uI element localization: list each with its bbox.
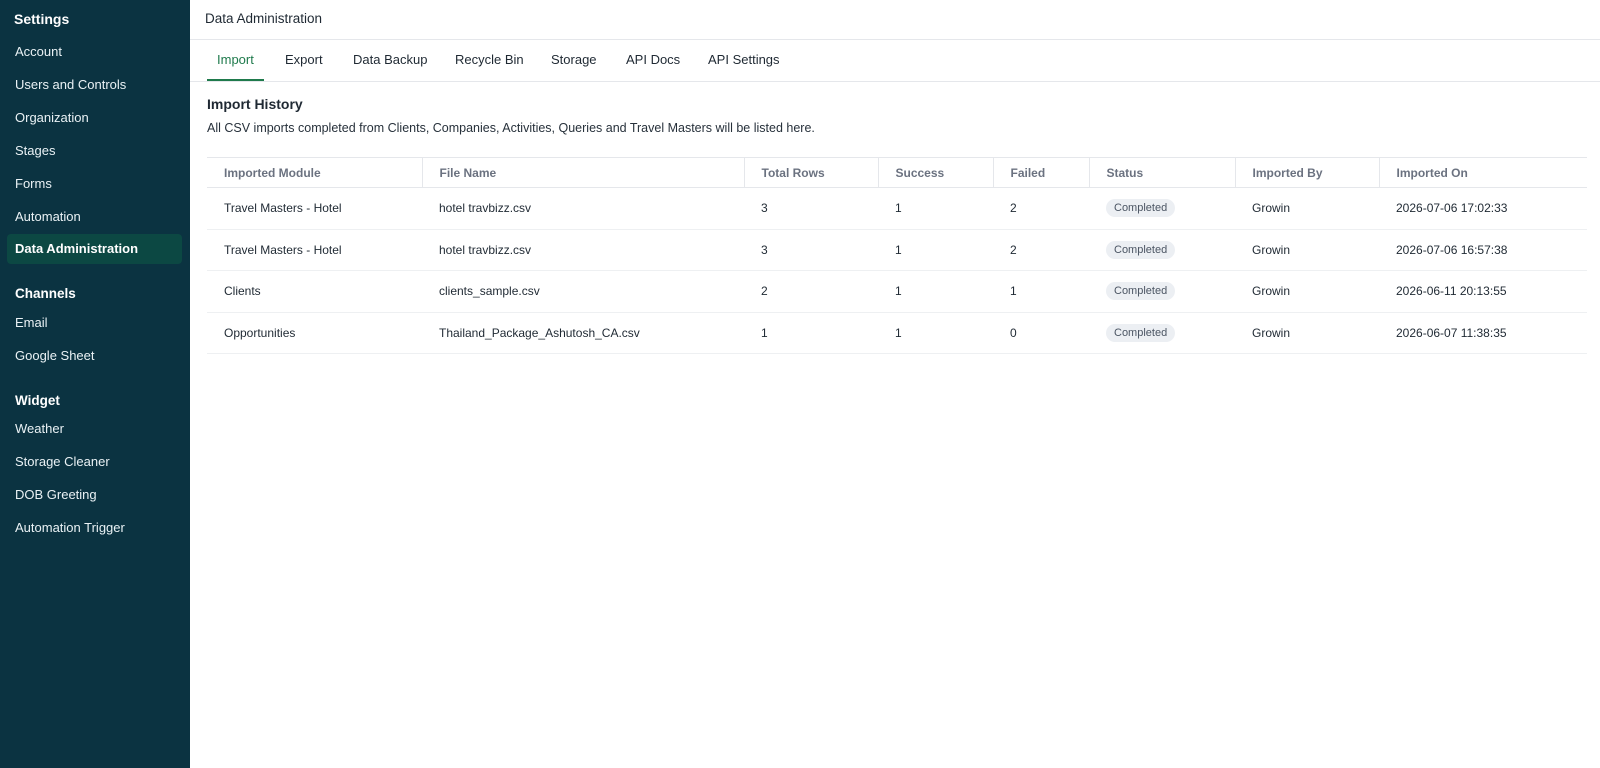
settings-sidebar: Settings Account Users and Controls Orga… (0, 0, 190, 768)
cell-status: Completed (1089, 312, 1235, 354)
column-header-imported-by: Imported By (1235, 157, 1380, 188)
sidebar-item-data-administration[interactable]: Data Administration (7, 234, 182, 264)
cell-success: 1 (878, 312, 993, 354)
cell-imported-by: Growin (1235, 270, 1379, 313)
cell-failed: 0 (993, 312, 1089, 354)
sidebar-item-email[interactable]: Email (7, 308, 182, 338)
cell-failed: 2 (993, 229, 1089, 271)
tab-storage[interactable]: Storage (541, 40, 607, 81)
tab-recycle-bin[interactable]: Recycle Bin (445, 40, 534, 81)
cell-imported-on: 2026-06-11 20:13:55 (1379, 270, 1587, 313)
cell-imported-module: Travel Masters - Hotel (207, 229, 422, 271)
sidebar-item-users-and-controls[interactable]: Users and Controls (7, 70, 182, 100)
table-row: Travel Masters - Hotel hotel travbizz.cs… (207, 229, 1587, 271)
column-header-imported-module: Imported Module (207, 157, 423, 188)
sidebar-item-stages[interactable]: Stages (7, 136, 182, 166)
cell-imported-module: Clients (207, 270, 422, 313)
sidebar-item-forms[interactable]: Forms (7, 169, 182, 199)
cell-imported-on: 2026-07-06 17:02:33 (1379, 187, 1587, 230)
sidebar-section-channels: Channels (15, 286, 76, 301)
cell-imported-by: Growin (1235, 187, 1379, 230)
page-header: Data Administration (190, 0, 1600, 40)
cell-total-rows: 2 (744, 270, 878, 313)
sidebar-item-dob-greeting[interactable]: DOB Greeting (7, 480, 182, 510)
cell-failed: 1 (993, 270, 1089, 313)
cell-status: Completed (1089, 229, 1235, 271)
tab-import[interactable]: Import (207, 40, 264, 81)
cell-status: Completed (1089, 187, 1235, 230)
cell-success: 1 (878, 187, 993, 230)
cell-imported-on: 2026-06-07 11:38:35 (1379, 312, 1587, 354)
column-header-file-name: File Name (422, 157, 745, 188)
sidebar-title: Settings (14, 11, 70, 27)
table-row: Opportunities Thailand_Package_Ashutosh_… (207, 312, 1587, 354)
tab-api-settings[interactable]: API Settings (698, 40, 790, 81)
sidebar-item-storage-cleaner[interactable]: Storage Cleaner (7, 447, 182, 477)
cell-file-name: hotel travbizz.csv (422, 229, 744, 271)
sidebar-item-automation-trigger[interactable]: Automation Trigger (7, 513, 182, 543)
table-row: Clients clients_sample.csv 2 1 1 Complet… (207, 270, 1587, 313)
cell-failed: 2 (993, 187, 1089, 230)
cell-file-name: clients_sample.csv (422, 270, 744, 313)
tab-bar: Import Export Data Backup Recycle Bin St… (190, 40, 1600, 82)
page-title: Data Administration (205, 11, 323, 26)
cell-total-rows: 1 (744, 312, 878, 354)
cell-imported-by: Growin (1235, 229, 1379, 271)
cell-file-name: Thailand_Package_Ashutosh_CA.csv (422, 312, 744, 354)
cell-file-name: hotel travbizz.csv (422, 187, 744, 230)
tab-export[interactable]: Export (275, 40, 333, 81)
table-header-row: Imported Module File Name Total Rows Suc… (207, 157, 1587, 188)
table-row: Travel Masters - Hotel hotel travbizz.cs… (207, 187, 1587, 230)
cell-success: 1 (878, 229, 993, 271)
sidebar-section-widget: Widget (15, 393, 60, 408)
cell-imported-module: Travel Masters - Hotel (207, 187, 422, 230)
cell-imported-on: 2026-07-06 16:57:38 (1379, 229, 1587, 271)
column-header-status: Status (1089, 157, 1236, 188)
column-header-failed: Failed (993, 157, 1090, 188)
status-badge: Completed (1106, 282, 1176, 301)
column-header-total-rows: Total Rows (744, 157, 879, 188)
cell-status: Completed (1089, 270, 1235, 313)
cell-imported-module: Opportunities (207, 312, 422, 354)
status-badge: Completed (1106, 240, 1176, 259)
sidebar-item-automation[interactable]: Automation (7, 202, 182, 232)
import-history-table: Imported Module File Name Total Rows Suc… (207, 157, 1587, 354)
import-history-title: Import History (207, 96, 303, 112)
sidebar-item-google-sheet[interactable]: Google Sheet (7, 341, 182, 371)
sidebar-item-organization[interactable]: Organization (7, 103, 182, 133)
tab-api-docs[interactable]: API Docs (616, 40, 690, 81)
cell-total-rows: 3 (744, 229, 878, 271)
tab-data-backup[interactable]: Data Backup (343, 40, 437, 81)
sidebar-item-weather[interactable]: Weather (7, 414, 182, 444)
import-history-description: All CSV imports completed from Clients, … (207, 121, 815, 135)
column-header-imported-on: Imported On (1379, 157, 1587, 188)
sidebar-item-account[interactable]: Account (7, 37, 182, 67)
column-header-success: Success (878, 157, 994, 188)
cell-success: 1 (878, 270, 993, 313)
status-badge: Completed (1106, 199, 1176, 218)
cell-total-rows: 3 (744, 187, 878, 230)
cell-imported-by: Growin (1235, 312, 1379, 354)
status-badge: Completed (1106, 323, 1176, 342)
